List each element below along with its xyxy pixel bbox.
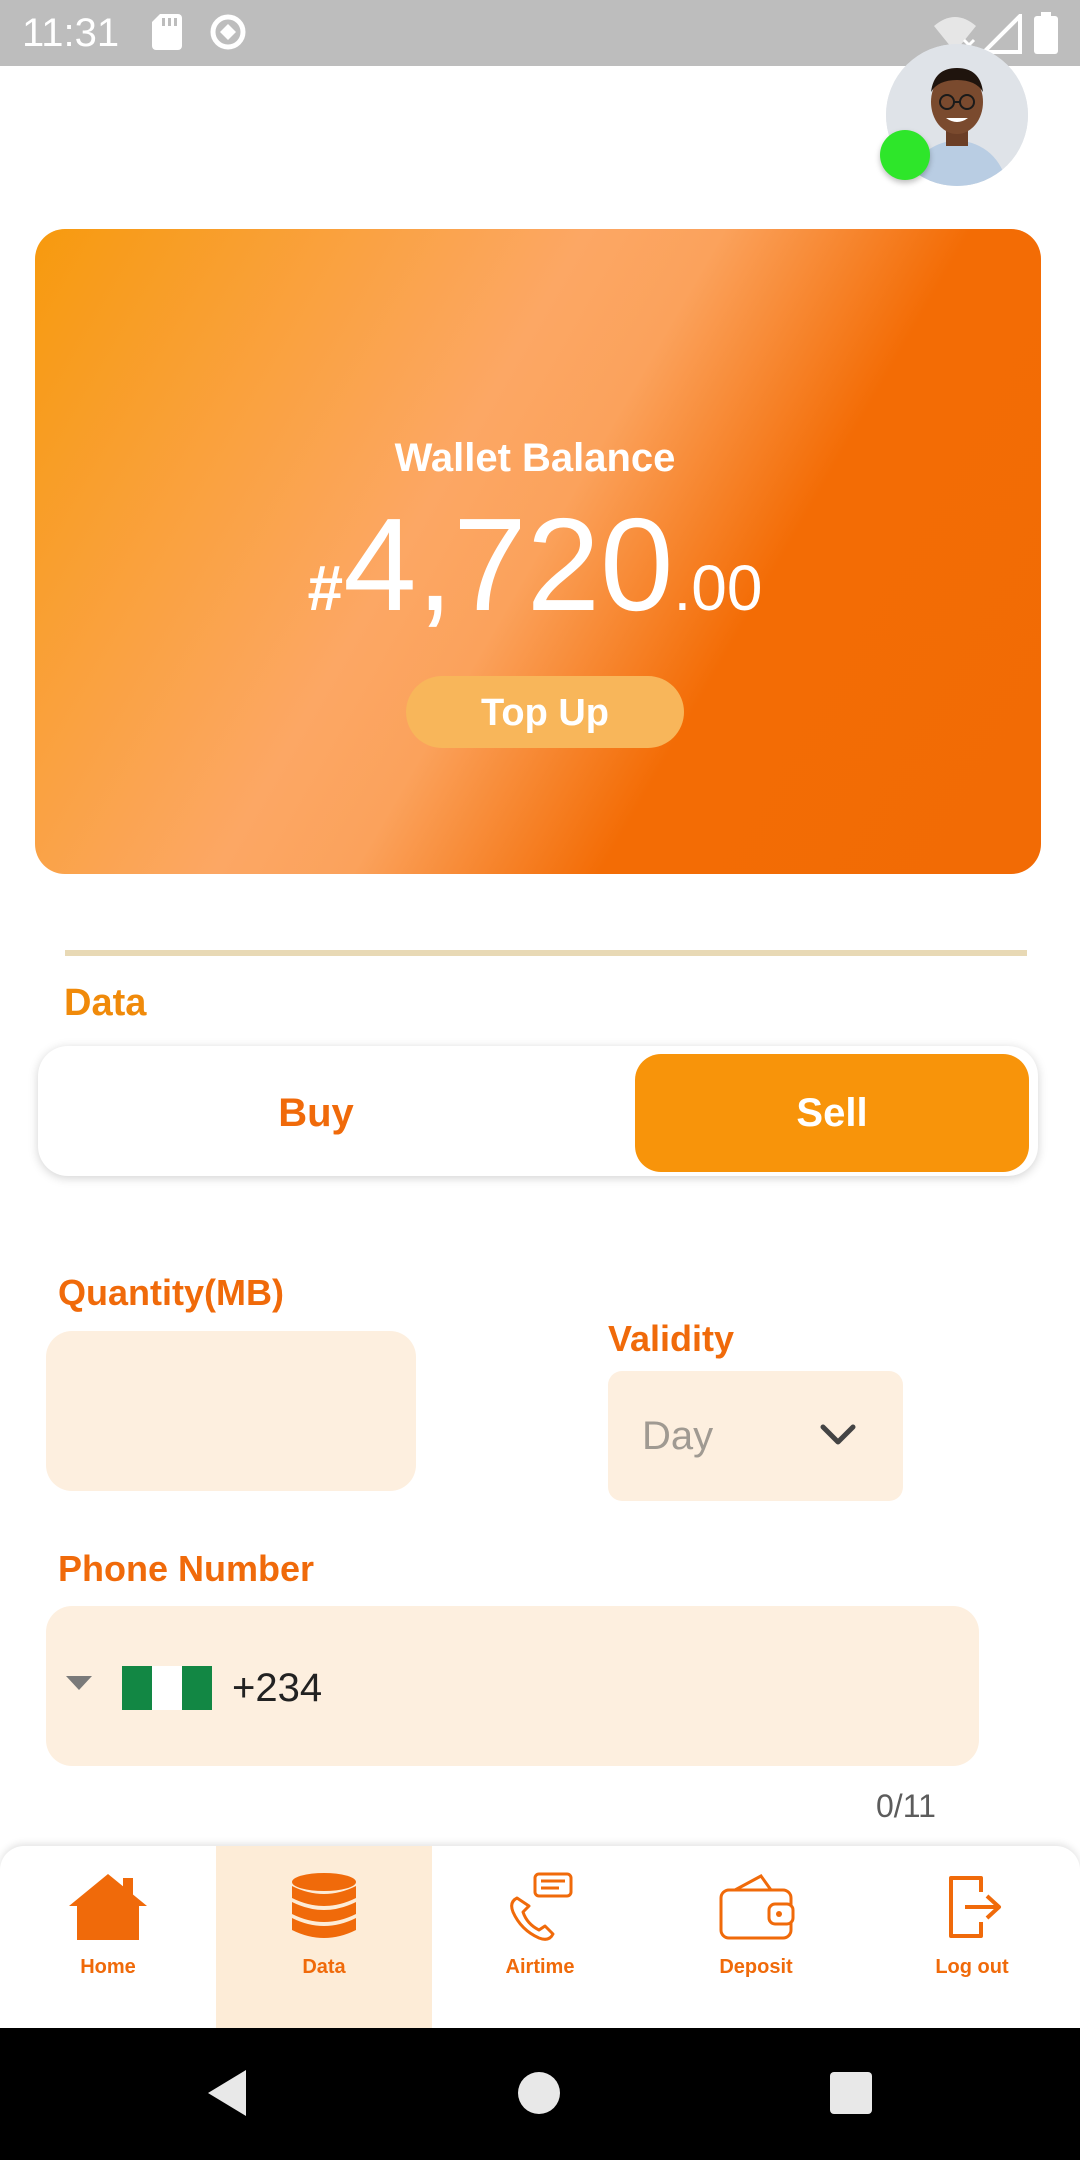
phone-number-label: Phone Number [58,1548,315,1589]
country-code: +234 [232,1666,323,1710]
nav-data[interactable]: Data [216,1846,432,2028]
nav-data-label: Data [302,1956,346,1978]
quantity-input[interactable] [46,1331,416,1491]
validity-dropdown[interactable]: Day [608,1371,903,1501]
nav-airtime[interactable]: Airtime [432,1846,648,2028]
buy-tab[interactable]: Buy [48,1054,584,1172]
balance-decimals: .00 [673,552,763,624]
nav-deposit[interactable]: Deposit [648,1846,864,2028]
sell-tab[interactable]: Sell [635,1054,1029,1172]
currency-symbol: # [307,552,344,624]
online-status-dot [880,130,930,180]
validity-value: Day [642,1414,714,1458]
phone-char-counter: 0/11 [876,1788,936,1824]
database-icon [292,1873,356,1938]
wallet-balance-amount: #4,720.00 [0,480,1080,650]
sd-card-icon [152,14,182,50]
home-button[interactable] [518,2072,560,2114]
recent-apps-button[interactable] [830,2072,872,2114]
bottom-nav: Home Data Airtime Deposit Log out [0,1846,1080,2028]
balance-main: 4,720 [343,491,674,638]
section-title: Data [64,982,147,1024]
nav-logout[interactable]: Log out [864,1846,1080,2028]
validity-label: Validity [608,1318,735,1359]
wallet-balance-label: Wallet Balance [394,436,676,480]
quantity-label: Quantity(MB) [58,1272,284,1313]
nav-deposit-label: Deposit [719,1956,793,1978]
wallet-icon [719,1874,795,1940]
nav-airtime-label: Airtime [505,1956,575,1978]
phone-call-icon [510,1872,573,1941]
back-icon[interactable] [204,2068,250,2118]
divider [65,950,1027,956]
nav-logout-label: Log out [935,1956,1009,1978]
home-icon [69,1874,147,1940]
nav-home-label: Home [80,1956,136,1978]
chevron-down-icon [820,1424,856,1445]
phone-number-field[interactable]: +234 [46,1606,979,1766]
battery-icon [1034,12,1058,54]
buy-sell-toggle: Buy Sell [38,1046,1038,1176]
signal-icon [982,14,1022,54]
rotate-icon [210,14,246,50]
status-time: 11:31 [22,11,120,55]
nigeria-flag[interactable] [122,1666,212,1710]
top-up-button[interactable]: Top Up [406,676,684,748]
logout-icon [949,1876,1001,1938]
caret-down-icon[interactable] [66,1676,92,1692]
nav-home[interactable]: Home [0,1846,216,2028]
